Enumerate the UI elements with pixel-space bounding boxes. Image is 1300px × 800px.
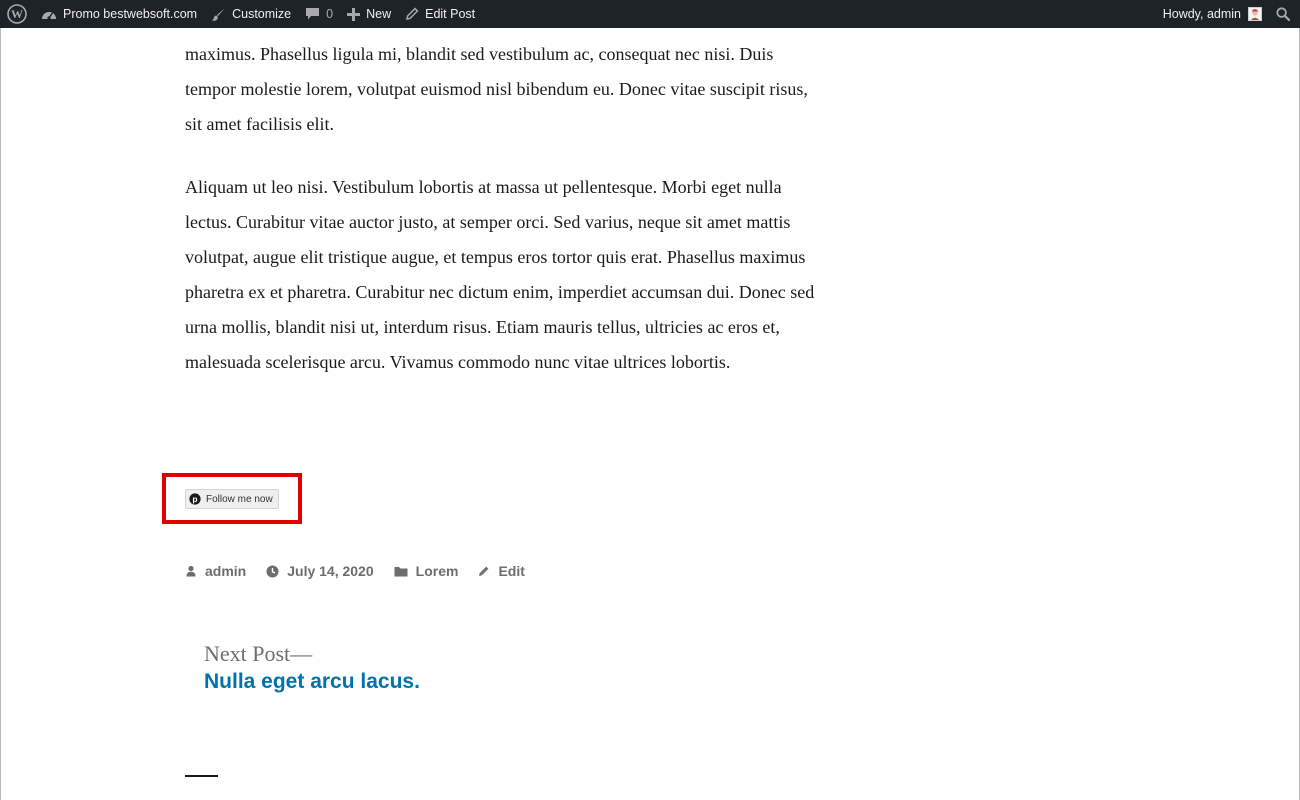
site-name-label: Promo bestwebsoft.com (63, 7, 198, 21)
section-divider (185, 775, 218, 777)
svg-text:p: p (192, 494, 197, 504)
post-paragraph-2: Aliquam ut leo nisi. Vestibulum lobortis… (185, 177, 815, 372)
edit-label: Edit (498, 563, 525, 579)
dashboard-icon (42, 12, 56, 20)
admin-bar: W Promo bestwebsoft.com Customize 0 New … (0, 0, 1300, 28)
wordpress-logo-link[interactable]: W (0, 0, 41, 28)
new-label: New (366, 7, 392, 21)
pencil-icon (479, 566, 489, 576)
pencil-icon (406, 7, 419, 20)
user-icon (186, 565, 196, 577)
comments-count: 0 (326, 7, 334, 21)
avatar-icon (1249, 8, 1261, 20)
date-link[interactable]: July 14, 2020 (266, 563, 374, 579)
greeting-label: Howdy, admin (1162, 7, 1241, 21)
next-post-link[interactable]: Nulla eget arcu lacus. (204, 670, 420, 694)
paintbrush-icon (212, 7, 226, 21)
svg-text:W: W (11, 7, 23, 21)
plus-icon (347, 7, 361, 21)
pinterest-icon: p (189, 493, 201, 505)
author-name: admin (205, 563, 247, 579)
edit-post-label: Edit Post (425, 7, 476, 21)
next-post-label: Next Post— (204, 641, 313, 666)
folder-icon (394, 566, 408, 576)
search-icon (1276, 7, 1290, 21)
pinterest-follow-button[interactable]: p Follow me now (185, 489, 279, 509)
edit-link[interactable]: Edit (478, 563, 525, 579)
entry-meta: admin July 14, 2020 Lorem Edit (185, 561, 545, 581)
site-name-link[interactable]: Promo bestwebsoft.com (41, 0, 197, 28)
comment-bubble-icon (306, 8, 320, 20)
avatar (1248, 7, 1262, 21)
account-menu[interactable]: Howdy, admin (1163, 0, 1262, 28)
admin-search-button[interactable] (1276, 0, 1290, 28)
admin-bar-left: W Promo bestwebsoft.com Customize 0 New … (0, 0, 475, 28)
category-link[interactable]: Lorem (394, 563, 459, 579)
post-date: July 14, 2020 (287, 563, 374, 579)
customize-label: Customize (232, 7, 292, 21)
author-link[interactable]: admin (185, 563, 246, 579)
new-content-link[interactable]: New (347, 0, 391, 28)
follow-label: Follow me now (206, 493, 273, 505)
category-name: Lorem (415, 563, 459, 579)
comments-link[interactable]: 0 (305, 0, 333, 28)
clock-icon (266, 565, 279, 577)
customize-link[interactable]: Customize (211, 0, 291, 28)
edit-post-link[interactable]: Edit Post (405, 0, 475, 28)
post-paragraph-1: maximus. Phasellus ligula mi, blandit se… (185, 44, 808, 134)
wordpress-logo-icon: W (7, 4, 27, 24)
admin-bar-right: Howdy, admin (1163, 0, 1300, 28)
